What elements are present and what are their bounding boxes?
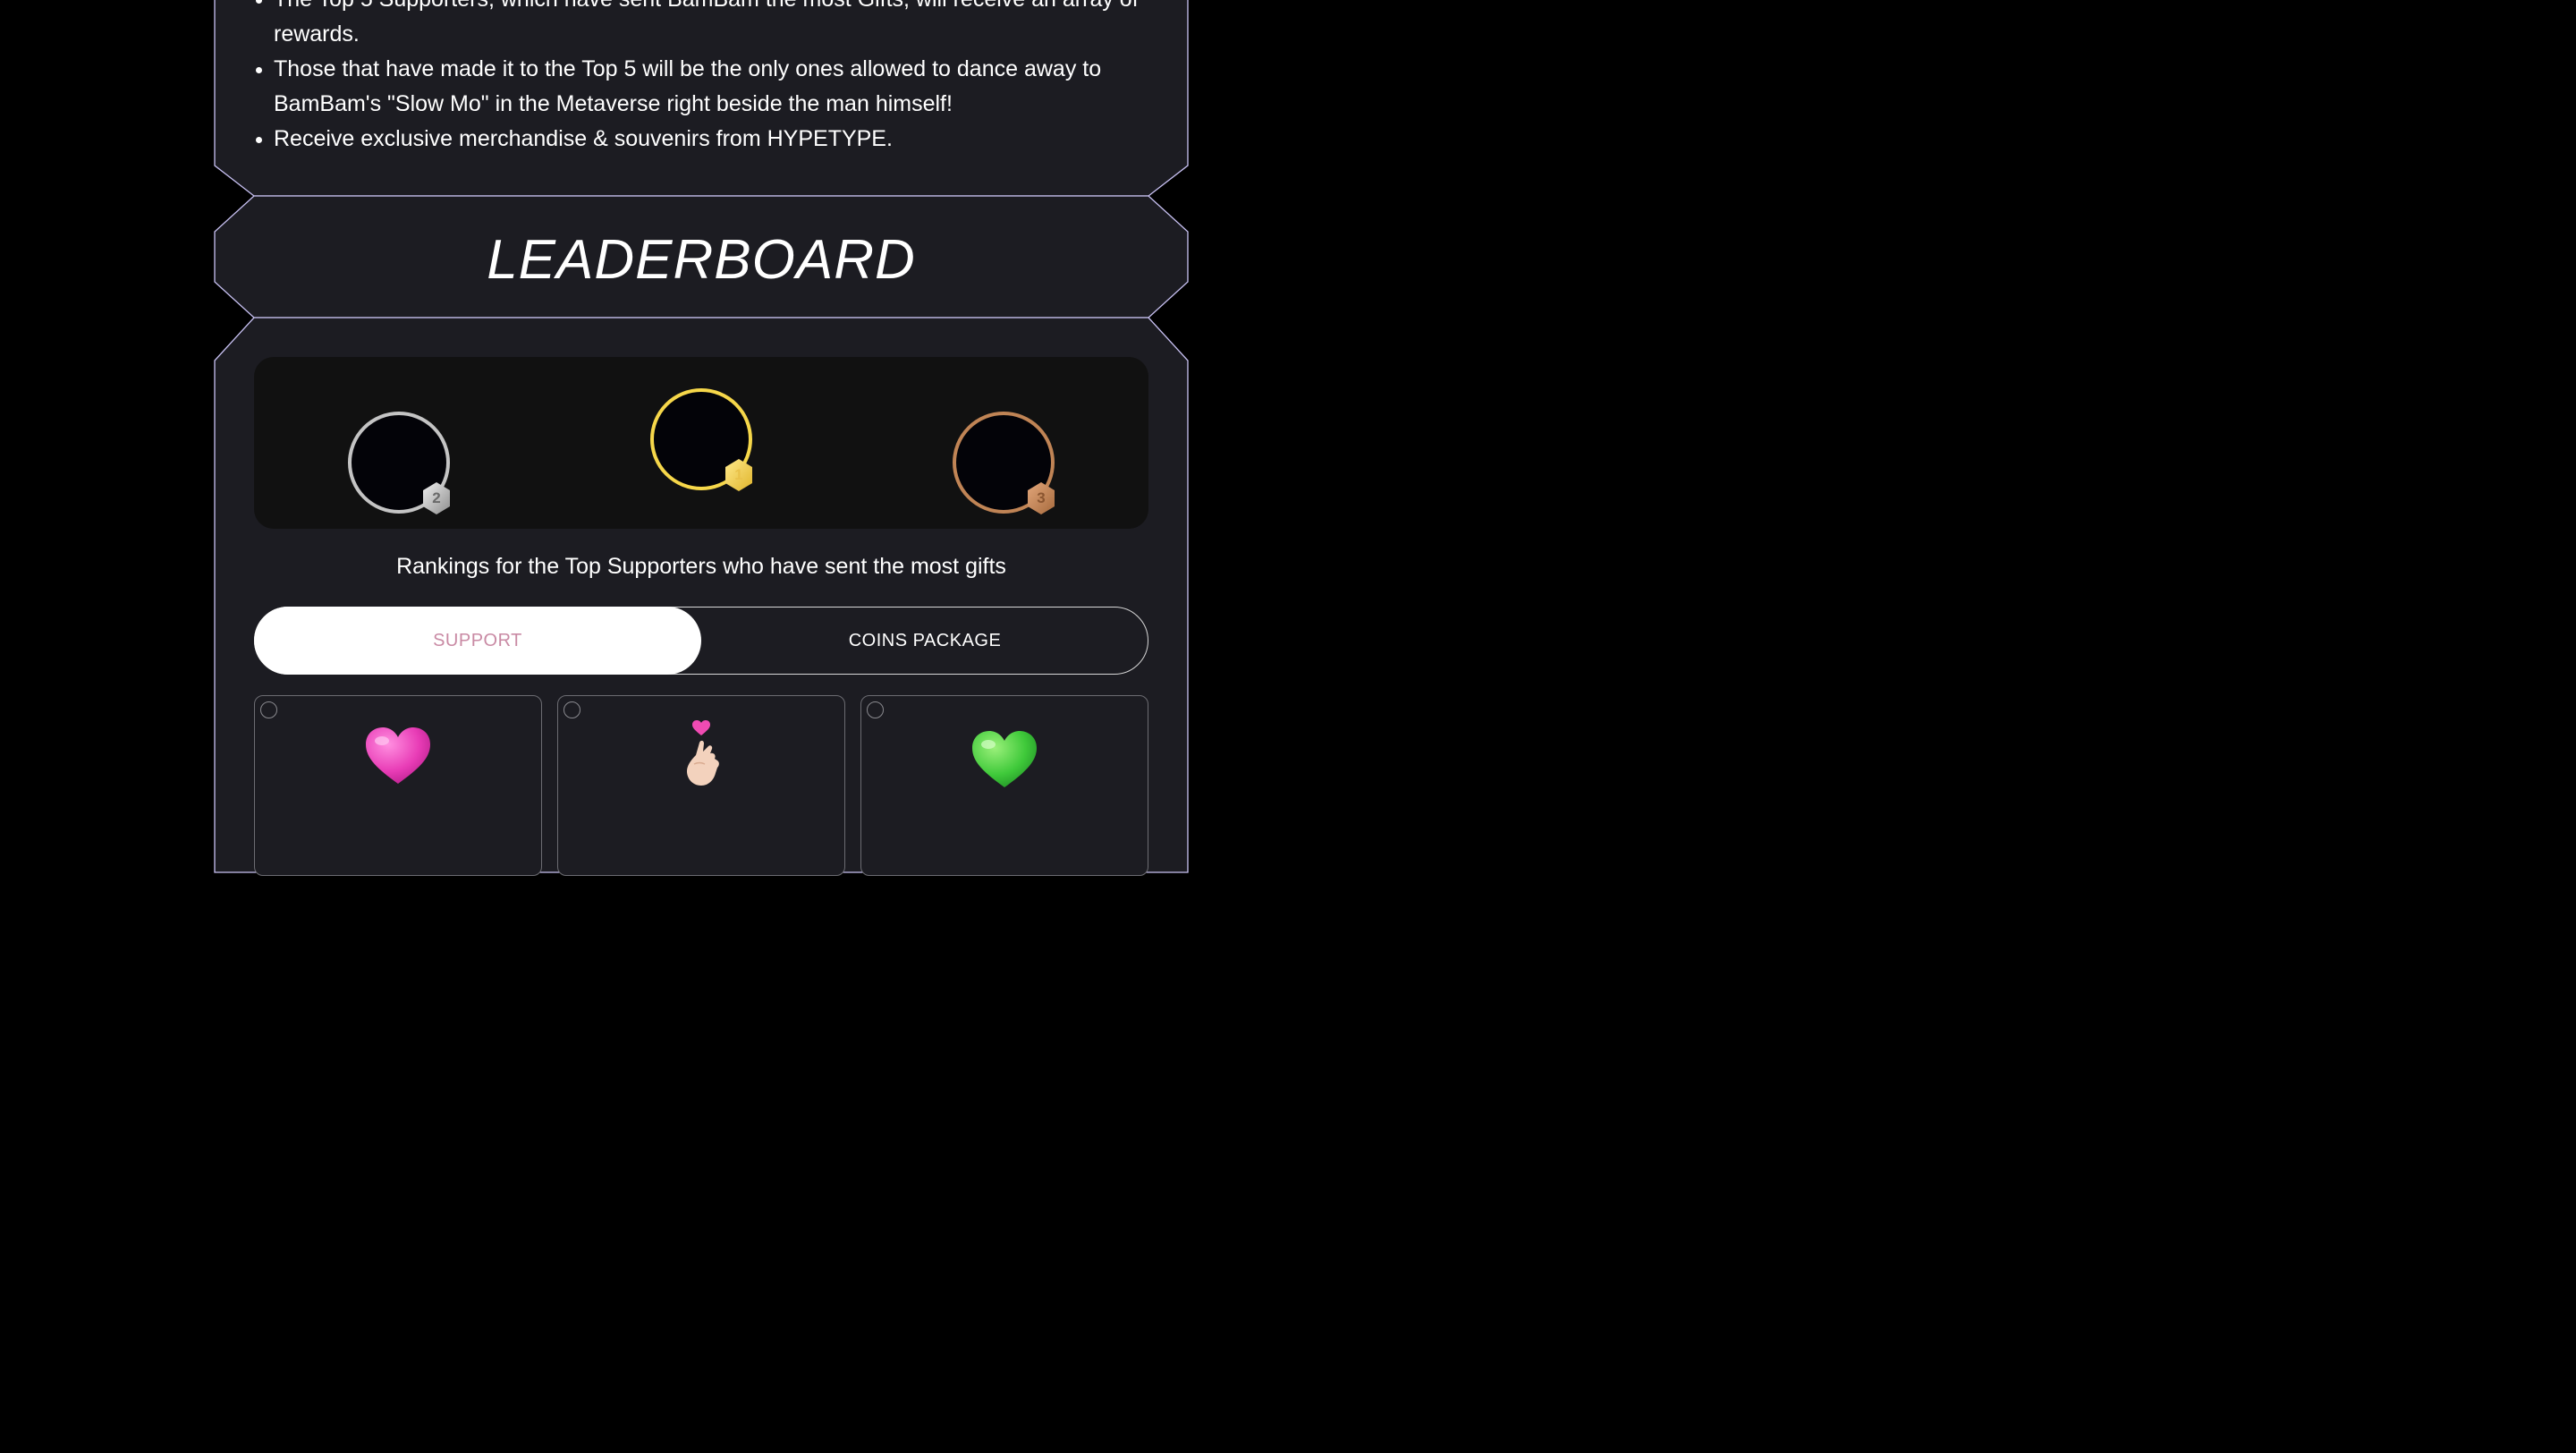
leaderboard-subtitle: Rankings for the Top Supporters who have… (396, 554, 1006, 579)
gift-radio[interactable] (867, 701, 884, 718)
rank-1-avatar[interactable]: 1 (650, 388, 754, 492)
leaderboard-tabs: SUPPORT COINS PACKAGE (254, 607, 1148, 675)
leaderboard-title: LEADERBOARD (487, 229, 916, 291)
green-heart-icon (972, 731, 1037, 787)
rewards-list: The Top 5 Supporters, which have sent Ba… (256, 0, 1150, 157)
tab-coins-package[interactable]: COINS PACKAGE (701, 607, 1148, 675)
gift-card[interactable] (557, 695, 845, 876)
gold-medal-icon: 1 (724, 458, 754, 492)
leaderboard-header-panel: LEADERBOARD (214, 195, 1189, 319)
silver-medal-icon: 2 (421, 481, 452, 515)
rewards-panel: The Top 5 Supporters, which have sent Ba… (214, 0, 1189, 197)
gift-card[interactable] (254, 695, 542, 876)
rank-2-avatar[interactable]: 2 (348, 412, 450, 514)
bronze-medal-icon: 3 (1026, 481, 1056, 515)
gift-radio[interactable] (564, 701, 580, 718)
rewards-list-item: Receive exclusive merchandise & souvenir… (256, 122, 1150, 157)
rewards-list-item: Those that have made it to the Top 5 wil… (256, 52, 1150, 122)
finger-heart-icon (687, 720, 719, 786)
rank-number: 1 (734, 466, 743, 483)
leaderboard-panel: 2 1 3 Rankings for the Top Supporters wh… (214, 317, 1189, 876)
rank-number: 3 (1037, 489, 1046, 506)
rank-3-avatar[interactable]: 3 (953, 412, 1055, 514)
podium: 2 1 3 (254, 357, 1148, 529)
tab-support[interactable]: SUPPORT (254, 607, 701, 675)
rank-number: 2 (432, 489, 441, 506)
gift-card[interactable] (860, 695, 1148, 876)
gift-radio[interactable] (260, 701, 277, 718)
rewards-list-item: The Top 5 Supporters, which have sent Ba… (256, 0, 1150, 52)
pink-heart-icon (366, 727, 430, 784)
